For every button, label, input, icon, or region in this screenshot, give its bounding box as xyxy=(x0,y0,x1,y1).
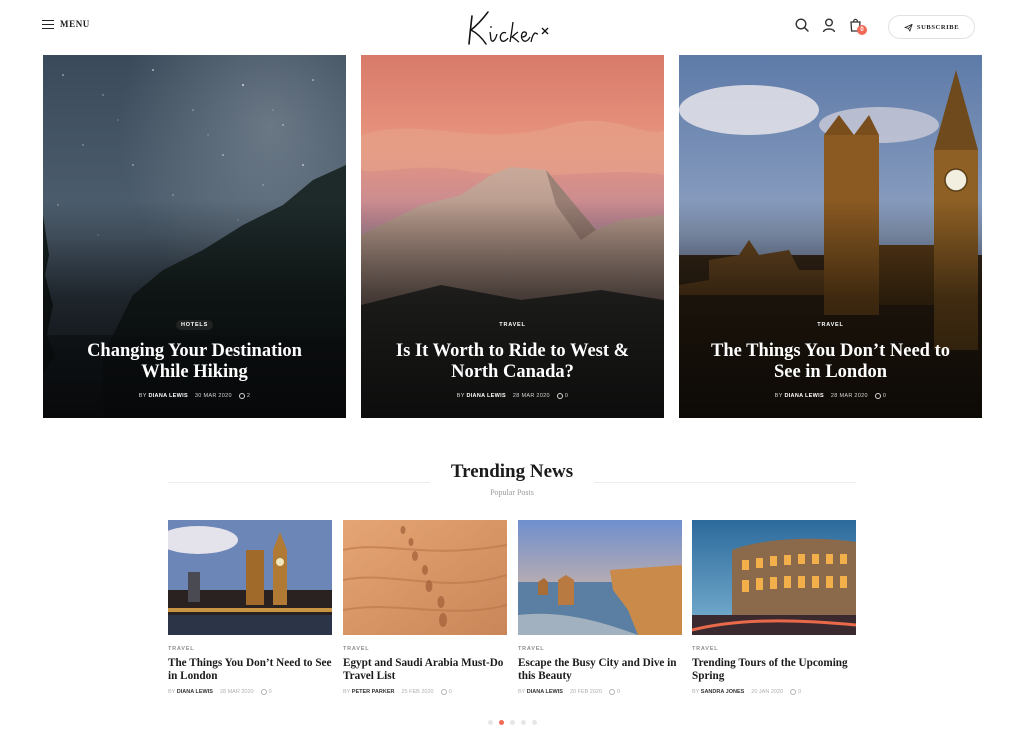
carousel-pagination xyxy=(488,720,537,725)
post-title[interactable]: Egypt and Saudi Arabia Must-Do Travel Li… xyxy=(343,657,507,683)
comment-icon xyxy=(790,689,797,695)
post-title[interactable]: The Things You Don’t Need to See in Lond… xyxy=(679,341,982,383)
meta-by: BY xyxy=(168,689,176,695)
site-header: MENU 0 SUBSCRIBE xyxy=(0,0,1024,52)
menu-label: MENU xyxy=(60,19,90,29)
comment-icon xyxy=(260,689,267,695)
menu-button[interactable]: MENU xyxy=(42,19,90,30)
author-link[interactable]: DIANA LEWIS xyxy=(148,393,187,399)
hero-card-content: TRAVEL Is It Worth to Ride to West & Nor… xyxy=(361,313,664,399)
author-link[interactable]: DIANA LEWIS xyxy=(177,689,213,695)
post-category[interactable]: TRAVEL xyxy=(518,646,682,652)
post-thumbnail[interactable] xyxy=(343,520,507,635)
pagination-dot[interactable] xyxy=(532,720,537,725)
post-date: 30 MAR 2020 xyxy=(194,393,232,399)
hero-card-1[interactable]: HOTELS Changing Your Destination While H… xyxy=(43,55,346,418)
author-link[interactable]: SANDRA JONES xyxy=(701,689,745,695)
post-thumbnail[interactable] xyxy=(168,520,332,635)
category-badge[interactable]: HOTELS xyxy=(175,320,214,330)
category-badge[interactable]: TRAVEL xyxy=(494,320,530,330)
user-icon[interactable] xyxy=(821,17,837,33)
trending-post-1: TRAVEL The Things You Don’t Need to See … xyxy=(168,520,332,700)
post-title[interactable]: Trending Tours of the Upcoming Spring xyxy=(692,657,856,683)
post-date: 28 MAR 2020 xyxy=(219,689,254,695)
meta-by: BY xyxy=(774,393,783,399)
comment-icon xyxy=(440,689,447,695)
hero-card-content: HOTELS Changing Your Destination While H… xyxy=(43,313,346,399)
post-title[interactable]: The Things You Don’t Need to See in Lond… xyxy=(168,657,332,683)
author-link[interactable]: DIANA LEWIS xyxy=(527,689,563,695)
meta-by: BY xyxy=(692,689,700,695)
post-category[interactable]: TRAVEL xyxy=(692,646,856,652)
category-badge[interactable]: TRAVEL xyxy=(812,320,848,330)
post-category[interactable]: TRAVEL xyxy=(168,646,332,652)
subscribe-label: SUBSCRIBE xyxy=(916,23,960,31)
post-title[interactable]: Is It Worth to Ride to West & North Cana… xyxy=(361,341,664,383)
hero-card-2[interactable]: TRAVEL Is It Worth to Ride to West & Nor… xyxy=(361,55,664,418)
pagination-dot[interactable] xyxy=(488,720,493,725)
section-subtitle: Popular Posts xyxy=(490,488,534,497)
paper-plane-icon xyxy=(904,23,913,32)
pagination-dot[interactable] xyxy=(521,720,526,725)
post-category[interactable]: TRAVEL xyxy=(343,646,507,652)
post-date: 20 FEB 2020 xyxy=(569,689,603,695)
post-meta: BY PETER PARKER 25 FEB 2020 0 xyxy=(343,689,507,695)
hero-card-3[interactable]: TRAVEL The Things You Don’t Need to See … xyxy=(679,55,982,418)
author-link[interactable]: DIANA LEWIS xyxy=(466,393,505,399)
post-thumbnail[interactable] xyxy=(692,520,856,635)
meta-by: BY xyxy=(343,689,351,695)
london-night-image xyxy=(168,520,332,635)
hero-card-content: TRAVEL The Things You Don’t Need to See … xyxy=(679,313,982,399)
post-date: 28 MAR 2020 xyxy=(512,393,550,399)
post-meta: BY DIANA LEWIS 28 MAR 2020 0 xyxy=(679,393,982,399)
trending-post-3: TRAVEL Escape the Busy City and Dive in … xyxy=(518,520,682,700)
comment-count[interactable]: 0 xyxy=(440,689,452,695)
post-date: 25 FEB 2020 xyxy=(401,689,434,695)
coastal-cliffs-image xyxy=(518,520,682,635)
comment-count[interactable]: 2 xyxy=(238,393,250,399)
post-title[interactable]: Escape the Busy City and Dive in this Be… xyxy=(518,657,682,683)
meta-by: BY xyxy=(518,689,526,695)
trending-post-4: TRAVEL Trending Tours of the Upcoming Sp… xyxy=(692,520,856,700)
comment-count[interactable]: 0 xyxy=(556,393,568,399)
post-date: 28 MAR 2020 xyxy=(830,393,868,399)
comment-icon xyxy=(874,393,881,399)
post-meta: BY DIANA LEWIS 28 MAR 2020 0 xyxy=(168,689,332,695)
post-meta: BY DIANA LEWIS 28 MAR 2020 0 xyxy=(361,393,664,399)
comment-icon xyxy=(556,393,563,399)
post-meta: BY DIANA LEWIS 30 MAR 2020 2 xyxy=(43,393,346,399)
kicker-logo[interactable] xyxy=(466,6,556,50)
comment-count[interactable]: 0 xyxy=(874,393,886,399)
comment-icon xyxy=(609,689,616,695)
post-title[interactable]: Changing Your Destination While Hiking xyxy=(43,341,346,383)
pagination-dot[interactable] xyxy=(510,720,515,725)
meta-by: BY xyxy=(138,393,147,399)
cart-count-badge: 0 xyxy=(857,25,867,35)
cart-button[interactable]: 0 xyxy=(848,17,867,35)
colosseum-night-image xyxy=(692,520,856,635)
post-date: 20 JAN 2020 xyxy=(751,689,784,695)
pagination-dot-active[interactable] xyxy=(499,720,504,725)
trending-post-2: TRAVEL Egypt and Saudi Arabia Must-Do Tr… xyxy=(343,520,507,700)
meta-by: BY xyxy=(456,393,465,399)
post-thumbnail[interactable] xyxy=(518,520,682,635)
comment-count[interactable]: 0 xyxy=(609,689,620,695)
comment-icon xyxy=(238,393,245,399)
search-icon[interactable] xyxy=(794,17,810,33)
author-link[interactable]: PETER PARKER xyxy=(352,689,395,695)
desert-footprints-image xyxy=(343,520,507,635)
header-icons: 0 xyxy=(794,17,867,35)
hamburger-icon xyxy=(42,19,54,30)
comment-count[interactable]: 0 xyxy=(260,689,272,695)
post-meta: BY SANDRA JONES 20 JAN 2020 0 xyxy=(692,689,856,695)
subscribe-button[interactable]: SUBSCRIBE xyxy=(888,15,975,39)
post-meta: BY DIANA LEWIS 20 FEB 2020 0 xyxy=(518,689,682,695)
section-title: Trending News xyxy=(450,461,574,482)
author-link[interactable]: DIANA LEWIS xyxy=(784,393,823,399)
comment-count[interactable]: 0 xyxy=(790,689,801,695)
